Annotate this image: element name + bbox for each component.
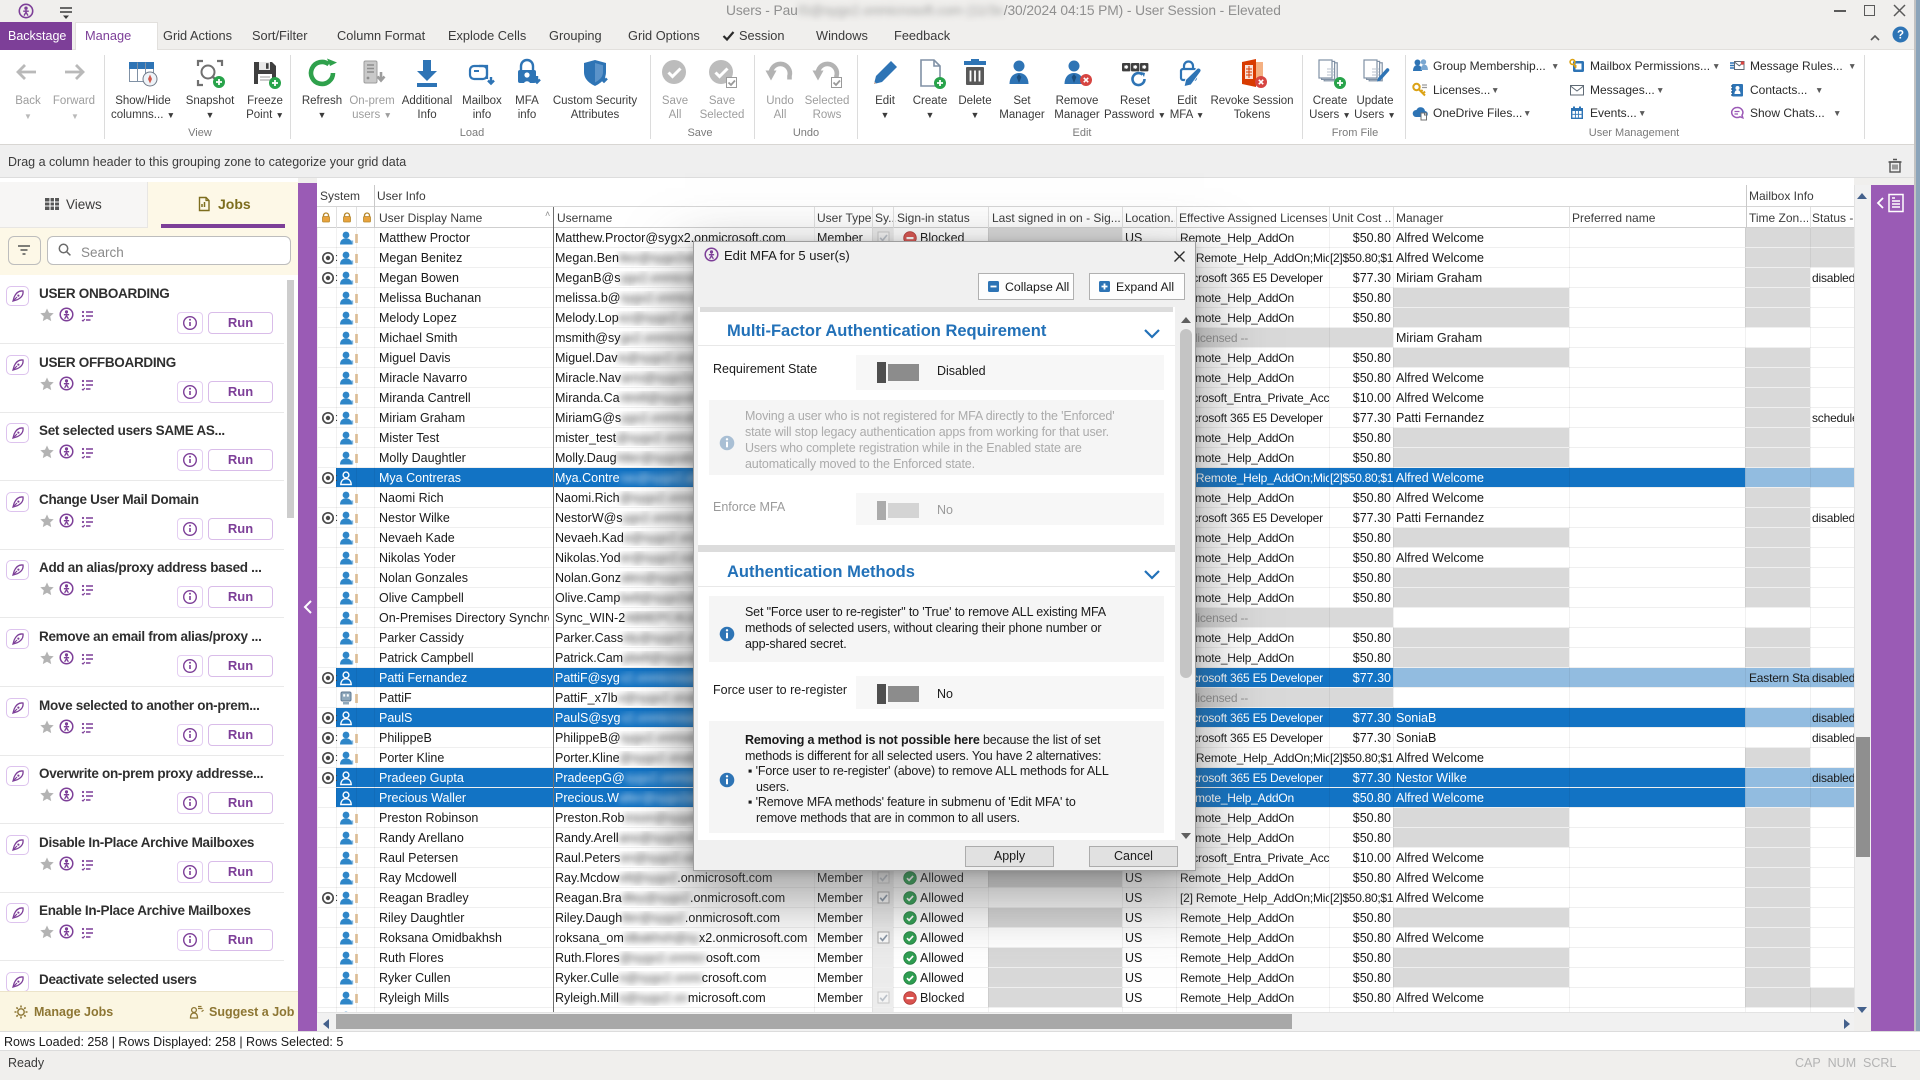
svg-text:?: ?	[1897, 30, 1904, 42]
